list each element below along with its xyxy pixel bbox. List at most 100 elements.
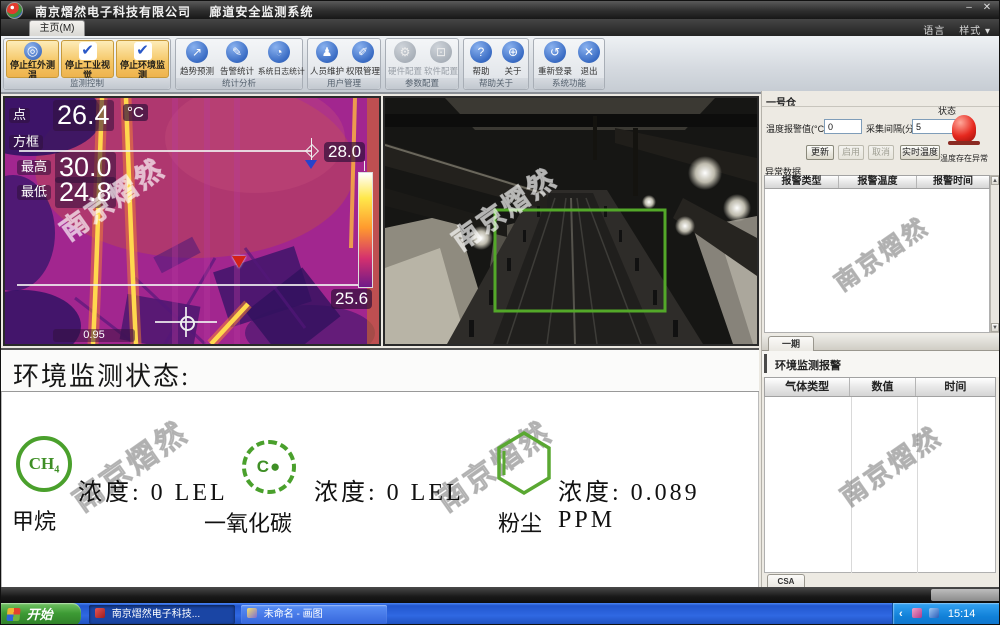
infrared-icon: ◎	[24, 42, 42, 60]
company-name: 南京熠然电子科技有限公司	[35, 5, 191, 19]
status-label: 状态	[938, 104, 956, 117]
measure-line-bottom	[17, 284, 361, 286]
group-label: 参数配置	[386, 78, 458, 89]
divider	[762, 106, 1000, 107]
permission-icon: ✐	[352, 41, 374, 63]
tray-icon-2[interactable]	[929, 608, 939, 618]
minimize-button[interactable]: –	[961, 1, 977, 14]
box-label: 方框	[9, 135, 43, 150]
group-label: 统计分析	[176, 78, 302, 89]
stop-env-monitor-button[interactable]: ✔ 停止环境监测	[116, 40, 169, 78]
hardware-config-button[interactable]: ⚙ 硬件配置	[388, 41, 422, 77]
resize-grip[interactable]	[931, 589, 1000, 601]
marker-blue-triangle-icon	[305, 160, 317, 169]
alarm-table-scrollbar[interactable]: ▲ ▼	[990, 175, 1000, 333]
hardware-icon: ⚙	[394, 41, 416, 63]
alarm-lamp-base	[948, 141, 980, 145]
cancel-button[interactable]: 取消	[868, 145, 894, 160]
start-button[interactable]: 开始	[1, 603, 81, 625]
column-divider	[917, 397, 918, 573]
tab-home[interactable]: 主页(M)	[29, 20, 85, 37]
temperature-scale-bar	[358, 172, 373, 288]
gas-name-co: 一氧化碳	[204, 506, 292, 538]
alarm-lamp-icon	[952, 115, 976, 142]
scroll-down-icon[interactable]: ▼	[991, 323, 999, 332]
column-header[interactable]: 数值	[850, 378, 915, 396]
app-window: 南京熠然电子科技有限公司 廊道安全监测系统 – ✕ 主页(M) 语言 样式 ▾ …	[0, 0, 1000, 625]
env-alarm-title: 环境监测报警	[775, 357, 841, 373]
app-name: 廊道安全监测系统	[209, 5, 313, 19]
taskbar-task-paint[interactable]: 未命名 - 画图	[241, 605, 387, 624]
update-button[interactable]: 更新	[806, 145, 834, 160]
ribbon-group-monitor-control: ◎ 停止红外测温 ✔ 停止工业视觉 ✔ 停止环境监测 监测控制	[3, 38, 171, 90]
trend-predict-button[interactable]: ↗ 趋势预测	[178, 41, 216, 77]
taskbar-task-app[interactable]: 南京熠然电子科技...	[89, 605, 235, 624]
column-header[interactable]: 报警时间	[917, 176, 989, 188]
column-header[interactable]: 报警类型	[765, 176, 839, 188]
title-bar: 南京熠然电子科技有限公司 廊道安全监测系统 – ✕	[1, 1, 999, 19]
ribbon-group-user-management: ♟ 人员维护 ✐ 权限管理 用户管理	[307, 38, 381, 90]
marker-red-triangle-icon	[232, 256, 246, 268]
gas-name-methane: 甲烷	[12, 504, 56, 536]
group-label: 监测控制	[4, 78, 170, 89]
env-table-body	[764, 397, 996, 573]
window-bottom-strip	[1, 587, 1000, 603]
tray-icon-1[interactable]	[912, 608, 922, 618]
unit-label: °C	[123, 104, 148, 121]
scroll-up-icon[interactable]: ▲	[991, 176, 999, 185]
env-status-title: 环境监测状态:	[13, 356, 190, 393]
alarm-status-text: 温度存在异常	[934, 153, 994, 164]
exit-icon: ✕	[578, 41, 600, 63]
system-tray: ‹ 15:14	[892, 603, 1000, 625]
column-divider	[851, 397, 852, 573]
tab-csa[interactable]: CSA	[767, 574, 805, 588]
relogin-button[interactable]: ↺ 重新登录	[536, 41, 574, 77]
help-icon: ?	[470, 41, 492, 63]
log-stats-button[interactable]: ◔ 系统日志统计	[256, 41, 302, 77]
ribbon-group-help: ? 帮助 ⊕ 关于 帮助关于	[463, 38, 529, 90]
thermal-camera-view[interactable]: 点 26.4 °C 方框 最高 30.0 最低 24.8 28.0 25.6 0…	[3, 96, 381, 346]
ribbon-group-parameters: ⚙ 硬件配置 ⊡ 软件配置 参数配置	[385, 38, 459, 90]
methane-icon: CH₄	[16, 436, 72, 492]
temp-alarm-input[interactable]	[824, 119, 862, 134]
stop-vision-button[interactable]: ✔ 停止工业视觉	[61, 40, 114, 78]
column-header[interactable]: 时间	[916, 378, 995, 396]
temp-alarm-label: 温度报警值(°C):	[766, 122, 830, 135]
close-button[interactable]: ✕	[979, 1, 995, 14]
tab-phase-one[interactable]: 一期	[768, 336, 814, 351]
alarm-table-body	[764, 189, 990, 333]
enable-button[interactable]: 启用	[838, 145, 864, 160]
column-header[interactable]: 气体类型	[765, 378, 850, 396]
tray-chevron-icon[interactable]: ‹	[899, 608, 903, 620]
paint-task-icon	[247, 608, 257, 618]
stop-infrared-button[interactable]: ◎ 停止红外测温	[6, 40, 59, 78]
check-icon: ✔	[79, 42, 97, 60]
gas-name-dust: 粉尘	[498, 506, 542, 538]
interval-input[interactable]	[912, 119, 956, 134]
user-maintain-button[interactable]: ♟ 人员维护	[310, 41, 344, 77]
industrial-camera-view[interactable]: 南京熠然	[383, 96, 759, 346]
camera-image	[385, 98, 757, 344]
alarm-stats-button[interactable]: ✎ 告警统计	[218, 41, 256, 77]
dust-icon	[494, 430, 554, 496]
ribbon-group-statistics: ↗ 趋势预测 ✎ 告警统计 ◔ 系统日志统计 统计分析	[175, 38, 303, 90]
min-temperature: 24.8	[55, 177, 116, 208]
help-button[interactable]: ? 帮助	[466, 41, 496, 77]
about-button[interactable]: ⊕ 关于	[498, 41, 528, 77]
alarm-stats-icon: ✎	[226, 41, 248, 63]
scale-tick	[364, 161, 365, 171]
permission-button[interactable]: ✐ 权限管理	[346, 41, 380, 77]
app-logo-icon	[6, 2, 23, 19]
exit-button[interactable]: ✕ 退出	[576, 41, 602, 77]
software-config-button[interactable]: ⊡ 软件配置	[424, 41, 458, 77]
point-temperature: 26.4	[53, 100, 114, 131]
accent-bar	[764, 354, 767, 373]
env-alarm-header: 环境监测报警	[762, 351, 1000, 377]
tray-clock: 15:14	[948, 608, 976, 620]
ribbon-group-system: ↺ 重新登录 ✕ 退出 系统功能	[533, 38, 605, 90]
gas-reading-methane: 浓度: 0 LEL	[78, 472, 228, 507]
min-label: 最低	[17, 185, 51, 200]
trend-icon: ↗	[186, 41, 208, 63]
column-header[interactable]: 报警温度	[839, 176, 917, 188]
globe-icon: ⊕	[502, 41, 524, 63]
